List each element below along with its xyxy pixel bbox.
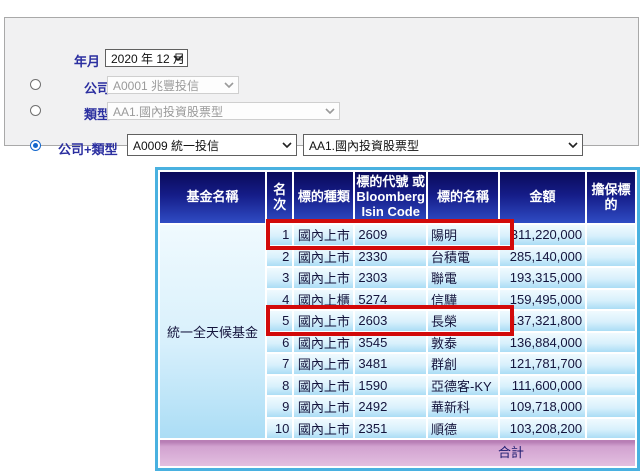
- amount-cell: 285,140,000: [500, 247, 585, 267]
- amount-cell: 193,315,000: [500, 268, 585, 288]
- year-month-select[interactable]: 2020 年 12 月: [105, 49, 188, 67]
- rank-cell: 3: [267, 268, 292, 288]
- target-type-cell: 國內上櫃: [294, 290, 353, 310]
- chevron-down-icon: [282, 142, 292, 148]
- collateral-cell: [587, 268, 635, 288]
- target-type-cell: 國內上市: [294, 397, 353, 417]
- company-type-company-select[interactable]: A0009 統一投信: [127, 134, 297, 156]
- target-name-cell: 華新科: [428, 397, 498, 417]
- target-code-cell: 5274: [355, 290, 426, 310]
- type-select[interactable]: AA1.國內投資股票型: [107, 102, 340, 120]
- type-value: AA1.國內投資股票型: [113, 103, 223, 120]
- target-name-cell: 長榮: [428, 311, 498, 331]
- company-type-type-select[interactable]: AA1.國內投資股票型: [303, 134, 583, 156]
- target-type-cell: 國內上市: [294, 311, 353, 331]
- company-value: A0001 兆豐投信: [113, 77, 199, 94]
- header-rank: 名次: [267, 172, 292, 223]
- rank-cell: 5: [267, 311, 292, 331]
- total-cell: 合計: [160, 440, 635, 466]
- header-target-name: 標的名稱: [428, 172, 498, 223]
- collateral-cell: [587, 354, 635, 374]
- amount-cell: 103,208,200: [500, 419, 585, 439]
- collateral-cell: [587, 397, 635, 417]
- target-type-cell: 國內上市: [294, 268, 353, 288]
- header-fund-name: 基金名稱: [160, 172, 265, 223]
- company-type-type-value: AA1.國內投資股票型: [309, 137, 419, 154]
- amount-cell: 111,600,000: [500, 376, 585, 396]
- header-target-type: 標的種類: [294, 172, 353, 223]
- target-type-cell: 國內上市: [294, 333, 353, 353]
- target-code-cell: 3481: [355, 354, 426, 374]
- target-type-cell: 國內上市: [294, 354, 353, 374]
- collateral-cell: [587, 311, 635, 331]
- chevron-down-icon: [325, 108, 335, 114]
- target-type-cell: 國內上市: [294, 225, 353, 245]
- target-type-cell: 國內上市: [294, 247, 353, 267]
- company-radio[interactable]: [30, 79, 41, 90]
- amount-cell: 136,884,000: [500, 333, 585, 353]
- collateral-cell: [587, 290, 635, 310]
- rank-cell: 4: [267, 290, 292, 310]
- company-type-label: 公司+類型: [58, 139, 118, 158]
- target-code-cell: 2330: [355, 247, 426, 267]
- type-radio[interactable]: [30, 105, 41, 116]
- target-code-cell: 2303: [355, 268, 426, 288]
- total-row: 合計: [160, 440, 635, 466]
- target-name-cell: 聯電: [428, 268, 498, 288]
- collateral-cell: [587, 333, 635, 353]
- year-month-label: 年月: [74, 51, 100, 70]
- header-target-code: 標的代號 或 Bloomberg Isin Code: [355, 172, 426, 223]
- chevron-down-icon: [224, 82, 234, 88]
- amount-cell: 121,781,700: [500, 354, 585, 374]
- chevron-down-icon: [568, 142, 578, 148]
- amount-cell: 159,495,000: [500, 290, 585, 310]
- target-type-cell: 國內上市: [294, 376, 353, 396]
- rank-cell: 2: [267, 247, 292, 267]
- rank-cell: 6: [267, 333, 292, 353]
- target-code-cell: 1590: [355, 376, 426, 396]
- header-amount: 金額: [500, 172, 585, 223]
- target-name-cell: 信驊: [428, 290, 498, 310]
- target-name-cell: 敦泰: [428, 333, 498, 353]
- rank-cell: 1: [267, 225, 292, 245]
- collateral-cell: [587, 376, 635, 396]
- amount-cell: 109,718,000: [500, 397, 585, 417]
- collateral-cell: [587, 225, 635, 245]
- rank-cell: 8: [267, 376, 292, 396]
- target-name-cell: 台積電: [428, 247, 498, 267]
- company-type-company-value: A0009 統一投信: [133, 137, 219, 154]
- company-type-radio[interactable]: [30, 140, 41, 151]
- chevron-down-icon: [173, 55, 183, 61]
- holdings-table: 基金名稱 名次 標的種類 標的代號 或 Bloomberg Isin Code …: [155, 167, 640, 471]
- rank-cell: 10: [267, 419, 292, 439]
- table-row: 統一全天候基金 1 國內上市 2609 陽明 311,220,000: [160, 225, 635, 245]
- amount-cell: 311,220,000: [500, 225, 585, 245]
- target-code-cell: 2609: [355, 225, 426, 245]
- target-code-cell: 2351: [355, 419, 426, 439]
- collateral-cell: [587, 419, 635, 439]
- target-name-cell: 亞德客-KY: [428, 376, 498, 396]
- target-name-cell: 群創: [428, 354, 498, 374]
- table-header-row: 基金名稱 名次 標的種類 標的代號 或 Bloomberg Isin Code …: [160, 172, 635, 223]
- rank-cell: 7: [267, 354, 292, 374]
- total-label: 合計: [498, 442, 524, 461]
- target-code-cell: 2492: [355, 397, 426, 417]
- target-code-cell: 3545: [355, 333, 426, 353]
- fund-name-cell: 統一全天候基金: [160, 225, 265, 438]
- collateral-cell: [587, 247, 635, 267]
- filter-panel: 年月 2020 年 12 月 公司 A0001 兆豐投信 類型 AA1.國內投資…: [4, 17, 639, 146]
- header-collateral: 擔保標的: [587, 172, 635, 223]
- amount-cell: 137,321,800: [500, 311, 585, 331]
- rank-cell: 9: [267, 397, 292, 417]
- company-select[interactable]: A0001 兆豐投信: [107, 76, 239, 94]
- target-type-cell: 國內上市: [294, 419, 353, 439]
- target-name-cell: 陽明: [428, 225, 498, 245]
- target-code-cell: 2603: [355, 311, 426, 331]
- target-name-cell: 順德: [428, 419, 498, 439]
